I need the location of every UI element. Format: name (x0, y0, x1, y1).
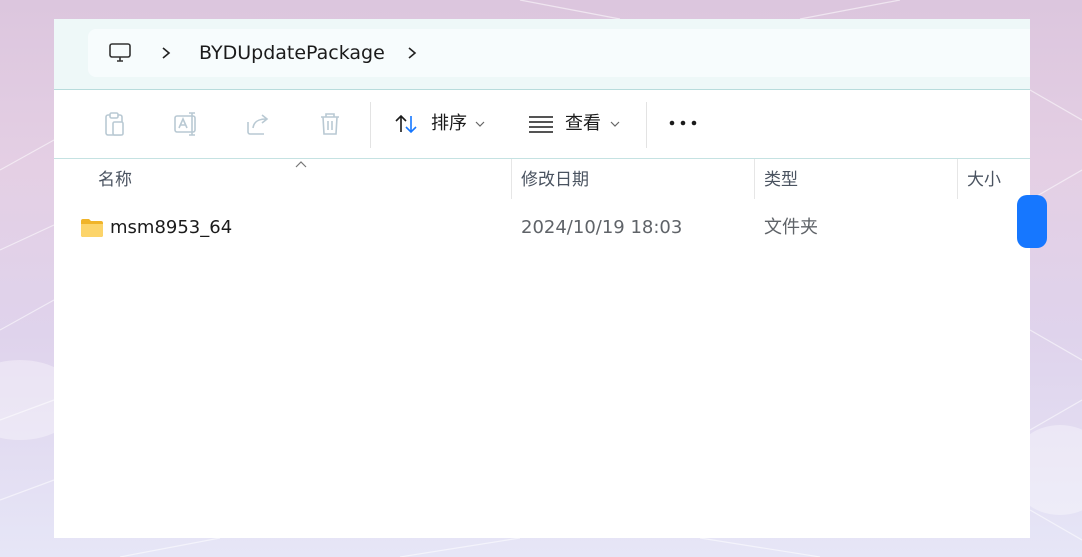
breadcrumb[interactable]: BYDUpdatePackage (88, 29, 1030, 77)
chevron-right-icon[interactable] (404, 43, 420, 63)
chevron-right-icon[interactable] (158, 43, 174, 63)
toolbar-separator (370, 102, 371, 148)
view-label: 查看 (565, 113, 601, 134)
toolbar-separator (646, 102, 647, 148)
delete-icon[interactable] (316, 110, 344, 138)
sort-button[interactable]: 排序 (390, 106, 490, 142)
column-divider[interactable] (754, 159, 755, 199)
file-row[interactable]: msm8953_64 2024/10/19 18:03 文件夹 (54, 211, 1030, 245)
sort-icon (395, 114, 417, 134)
more-icon[interactable] (667, 116, 699, 130)
file-name[interactable]: msm8953_64 (110, 216, 232, 240)
column-header-type[interactable]: 类型 (764, 168, 798, 192)
view-button[interactable]: 查看 (524, 106, 624, 142)
chevron-down-icon (610, 121, 620, 127)
folder-icon (81, 219, 103, 237)
computer-icon[interactable] (108, 41, 132, 65)
file-explorer-window: BYDUpdatePackage 排序 查看 名称 修改日期 类型 大小 msm… (54, 19, 1030, 538)
column-header-modified[interactable]: 修改日期 (521, 168, 589, 192)
column-header-row: 名称 修改日期 类型 大小 (54, 159, 1030, 201)
column-header-size[interactable]: 大小 (967, 168, 1001, 192)
address-bar: BYDUpdatePackage (54, 19, 1030, 90)
sort-label: 排序 (431, 113, 467, 134)
column-divider[interactable] (511, 159, 512, 199)
column-header-name[interactable]: 名称 (98, 168, 132, 192)
column-divider[interactable] (957, 159, 958, 199)
file-modified: 2024/10/19 18:03 (521, 217, 683, 238)
breadcrumb-item-folder[interactable]: BYDUpdatePackage (199, 41, 385, 65)
chevron-down-icon (475, 121, 485, 127)
rename-icon[interactable] (172, 110, 200, 138)
view-icon (529, 116, 553, 133)
copy-icon[interactable] (100, 110, 128, 138)
side-floating-button[interactable] (1017, 195, 1047, 248)
share-icon[interactable] (244, 110, 272, 138)
file-type: 文件夹 (764, 217, 818, 238)
sort-ascending-icon (295, 161, 307, 168)
command-bar: 排序 查看 (54, 90, 1030, 159)
